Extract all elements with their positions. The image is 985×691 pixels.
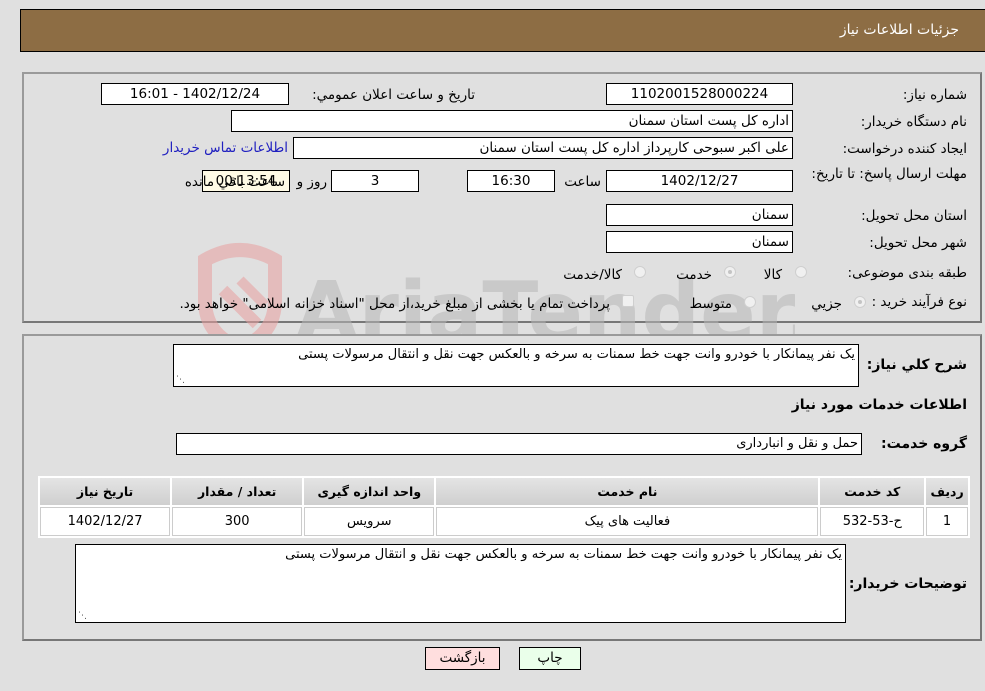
cell-row-number: 1 — [926, 507, 968, 536]
treasury-note: پرداخت تمام یا بخشی از مبلغ خرید،از محل … — [179, 296, 610, 312]
services-table-wrapper: ردیف کد خدمت نام خدمت واحد اندازه گیری ت… — [38, 476, 970, 538]
page-header: جزئیات اطلاعات نیاز — [20, 9, 985, 52]
service-group-label: گروه خدمت: — [881, 436, 967, 452]
remaining-time-label: ساعت باقي مانده — [184, 174, 285, 190]
delivery-city-label: شهر محل تحویل: — [869, 235, 967, 251]
buyer-org-field: اداره کل پست استان سمنان — [231, 110, 793, 132]
category-radio-goods[interactable] — [795, 266, 807, 278]
buyer-org-label: نام دستگاه خریدار: — [860, 114, 967, 130]
summary-textarea[interactable]: یک نفر پیمانکار با خودرو وانت جهت خط سمن… — [173, 344, 859, 387]
requester-label: ایجاد کننده درخواست: — [842, 141, 967, 157]
back-button[interactable]: بازگشت — [425, 647, 500, 670]
summary-label: شرح كلي نياز: — [866, 357, 967, 373]
category-label: طبقه بندی موضوعی: — [847, 265, 967, 281]
category-option-service: خدمت — [676, 267, 712, 283]
deadline-time-field: 16:30 — [467, 170, 555, 192]
delivery-province-label: استان محل تحویل: — [861, 208, 967, 224]
deadline-label: مهلت ارسال پاسخ: تا تاریخ: — [811, 166, 967, 182]
cell-quantity: 300 — [172, 507, 303, 536]
page-title: جزئیات اطلاعات نیاز — [839, 22, 959, 38]
resize-grip-icon[interactable]: ⋰ — [78, 611, 87, 621]
process-radio-medium[interactable] — [744, 296, 756, 308]
print-button[interactable]: چاپ — [519, 647, 581, 670]
delivery-province-field: سمنان — [606, 204, 793, 226]
category-option-goods: کالا — [763, 267, 782, 283]
treasury-checkbox[interactable] — [622, 295, 634, 307]
cell-need-date: 1402/12/27 — [40, 507, 171, 536]
summary-text: یک نفر پیمانکار با خودرو وانت جهت خط سمن… — [298, 347, 855, 362]
table-header-row: ردیف کد خدمت نام خدمت واحد اندازه گیری ت… — [40, 478, 968, 505]
delivery-city-field: سمنان — [606, 231, 793, 253]
cell-unit: سرویس — [304, 507, 435, 536]
table-row: 1 ح-53-532 فعالیت های پیک سرویس 300 1402… — [40, 507, 968, 536]
buyer-notes-label: توضیحات خریدار: — [848, 576, 967, 592]
service-group-field: حمل و نقل و انبارداری — [176, 433, 862, 455]
col-header-row-number: ردیف — [926, 478, 968, 505]
services-table: ردیف کد خدمت نام خدمت واحد اندازه گیری ت… — [38, 476, 970, 538]
requester-field: علی اکبر سبوحی کارپرداز اداره کل پست است… — [293, 137, 793, 159]
deadline-time-label: ساعت — [564, 174, 601, 190]
col-header-quantity: تعداد / مقدار — [172, 478, 303, 505]
category-option-goods-service: کالا/خدمت — [563, 267, 622, 283]
process-radio-minor[interactable] — [854, 296, 866, 308]
resize-grip-icon[interactable]: ⋰ — [176, 375, 185, 385]
cell-service-name: فعالیت های پیک — [436, 507, 819, 536]
need-number-label: شماره نیاز: — [902, 87, 967, 103]
announce-datetime-field: 1402/12/24 - 16:01 — [101, 83, 289, 105]
category-radio-goods-service[interactable] — [634, 266, 646, 278]
purchase-process-label: نوع فرآیند خرید : — [871, 294, 967, 310]
deadline-date-field: 1402/12/27 — [606, 170, 793, 192]
process-option-medium: متوسط — [689, 296, 732, 312]
category-radio-service[interactable] — [724, 266, 736, 278]
need-number-field: 1102001528000224 — [606, 83, 793, 105]
cell-service-code: ح-53-532 — [820, 507, 925, 536]
buyer-notes-textarea[interactable]: یک نفر پیمانکار با خودرو وانت جهت خط سمن… — [75, 544, 846, 623]
announce-datetime-label: تاريخ و ساعت اعلان عمومي: — [312, 87, 475, 103]
buyer-contact-link[interactable]: اطلاعات تماس خریدار — [163, 140, 288, 156]
col-header-unit: واحد اندازه گیری — [304, 478, 435, 505]
services-heading: اطلاعات خدمات مورد نیاز — [791, 397, 967, 413]
process-option-minor: جزيي — [811, 296, 842, 312]
days-label: روز و — [296, 174, 327, 190]
days-field: 3 — [331, 170, 419, 192]
buyer-notes-text: یک نفر پیمانکار با خودرو وانت جهت خط سمن… — [285, 547, 842, 562]
col-header-service-name: نام خدمت — [436, 478, 819, 505]
col-header-need-date: تاریخ نیاز — [40, 478, 171, 505]
col-header-service-code: کد خدمت — [820, 478, 925, 505]
